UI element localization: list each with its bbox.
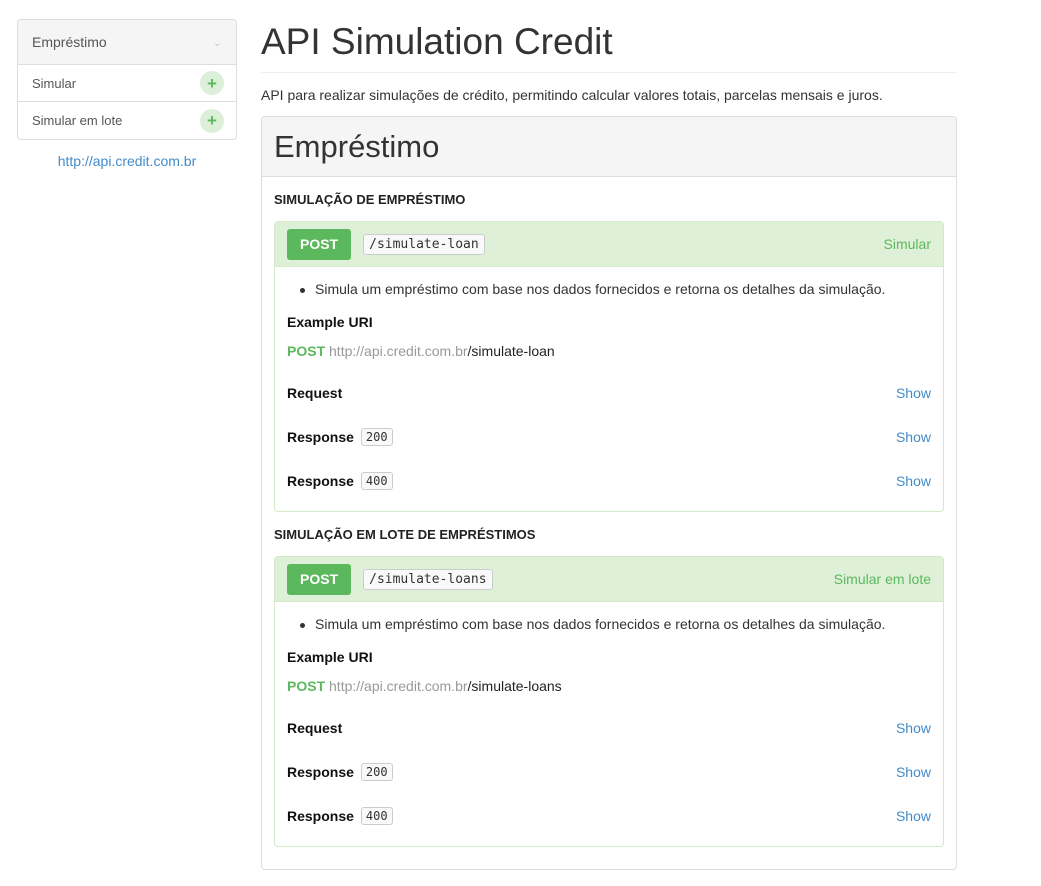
- resource-group-title: Empréstimo: [262, 117, 956, 177]
- sidebar-item-label: Simular: [32, 75, 77, 91]
- resource-title: SIMULAÇÃO DE EMPRÉSTIMO: [274, 191, 466, 207]
- action-path: /simulate-loan: [363, 233, 485, 255]
- action-name: Simular em lote: [833, 571, 931, 587]
- action-header[interactable]: POST /simulate-loans Simular em lote: [275, 557, 943, 602]
- request-row: Request Show: [287, 706, 931, 750]
- action-name: Simular: [883, 236, 931, 252]
- chevron-down-icon: ⌄: [212, 36, 222, 49]
- status-code-badge: 200: [360, 428, 393, 446]
- response-row: Response 400 Show: [287, 794, 931, 838]
- response-label: Response: [287, 429, 354, 445]
- response-row: Response 400 Show: [287, 459, 931, 503]
- response-label: Response: [287, 473, 354, 489]
- action-panel: POST /simulate-loans Simular em lote Sim…: [274, 556, 944, 847]
- resource-group-panel: Empréstimo SIMULAÇÃO DE EMPRÉSTIMO POST …: [261, 116, 957, 870]
- response-label: Response: [287, 764, 354, 780]
- show-response-link[interactable]: Show: [896, 429, 931, 445]
- response-label: Response: [287, 808, 354, 824]
- sidebar-item-simular[interactable]: Simular +: [18, 65, 236, 102]
- status-code-badge: 400: [360, 472, 393, 490]
- uri-path: /simulate-loan: [467, 343, 555, 359]
- response-row: Response 200 Show: [287, 415, 931, 459]
- uri-host: http://api.credit.com.br: [329, 343, 468, 359]
- action-panel: POST /simulate-loan Simular Simula um em…: [274, 221, 944, 512]
- uri-path: /simulate-loans: [467, 678, 562, 694]
- resource-title: SIMULAÇÃO EM LOTE DE EMPRÉSTIMOS: [274, 526, 536, 542]
- action-body: Simula um empréstimo com base nos dados …: [275, 602, 943, 846]
- uri-method: POST: [287, 343, 326, 359]
- action-header[interactable]: POST /simulate-loan Simular: [275, 222, 943, 267]
- request-label: Request: [287, 385, 343, 401]
- show-response-link[interactable]: Show: [896, 808, 931, 824]
- example-uri-label: Example URI: [287, 314, 373, 330]
- resource-group-body: SIMULAÇÃO DE EMPRÉSTIMO POST /simulate-l…: [262, 177, 956, 847]
- example-uri-label: Example URI: [287, 649, 373, 665]
- request-row: Request Show: [287, 371, 931, 415]
- sidebar-panel: Empréstimo ⌄ Simular + Simular em lote +: [17, 19, 237, 140]
- request-label: Request: [287, 720, 343, 736]
- sidebar: Empréstimo ⌄ Simular + Simular em lote +…: [17, 19, 237, 169]
- example-uri: POST http://api.credit.com.br/simulate-l…: [287, 678, 931, 698]
- response-row: Response 200 Show: [287, 750, 931, 794]
- method-badge: POST: [287, 228, 352, 260]
- action-body: Simula um empréstimo com base nos dados …: [275, 267, 943, 511]
- show-request-link[interactable]: Show: [896, 720, 931, 736]
- status-code-badge: 400: [360, 807, 393, 825]
- api-description: API para realizar simulações de crédito,…: [261, 87, 883, 103]
- show-response-link[interactable]: Show: [896, 764, 931, 780]
- sidebar-item-simular-em-lote[interactable]: Simular em lote +: [18, 102, 236, 139]
- page-title: API Simulation Credit: [261, 20, 957, 73]
- show-request-link[interactable]: Show: [896, 385, 931, 401]
- sidebar-group-label: Empréstimo: [32, 34, 107, 50]
- plus-icon[interactable]: +: [200, 108, 224, 133]
- example-uri: POST http://api.credit.com.br/simulate-l…: [287, 343, 931, 363]
- action-description: Simula um empréstimo com base nos dados …: [287, 616, 931, 636]
- method-badge: POST: [287, 563, 352, 595]
- host-link[interactable]: http://api.credit.com.br: [17, 153, 237, 169]
- uri-host: http://api.credit.com.br: [329, 678, 468, 694]
- sidebar-group-header[interactable]: Empréstimo ⌄: [18, 20, 236, 65]
- sidebar-item-label: Simular em lote: [32, 113, 123, 128]
- action-description: Simula um empréstimo com base nos dados …: [287, 281, 931, 301]
- status-code-badge: 200: [360, 763, 393, 781]
- plus-icon[interactable]: +: [200, 71, 224, 95]
- uri-method: POST: [287, 678, 326, 694]
- show-response-link[interactable]: Show: [896, 473, 931, 489]
- main-content: API Simulation Credit API para realizar …: [261, 0, 957, 870]
- action-path: /simulate-loans: [363, 568, 493, 590]
